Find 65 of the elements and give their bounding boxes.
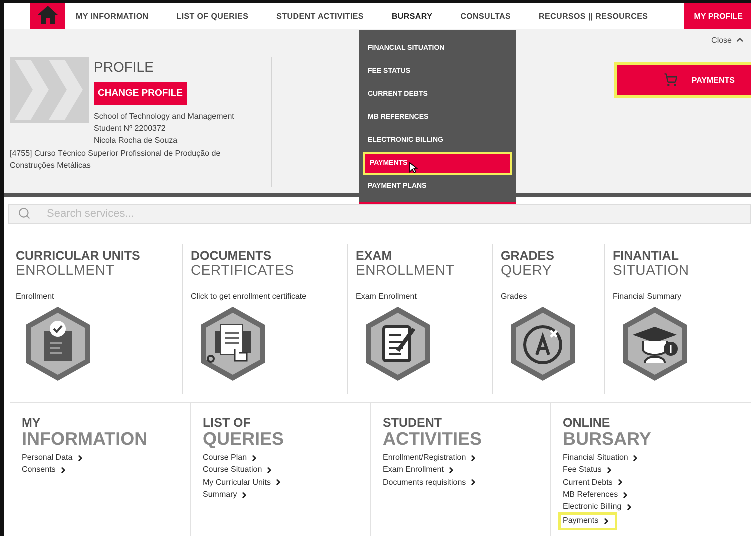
service-title: GRADES	[501, 250, 554, 263]
profile-title: PROFILE	[94, 59, 154, 75]
service-caption[interactable]: Grades	[501, 292, 528, 301]
section-heading: QUERIES	[203, 429, 284, 449]
section-link[interactable]: My Curricular Units	[203, 476, 284, 489]
section-link[interactable]: Consents	[22, 464, 68, 477]
section-title: ONLINE	[563, 417, 610, 429]
search-icon	[18, 207, 31, 220]
service-caption[interactable]: Enrollment	[16, 292, 54, 301]
chevron-right-icon	[631, 454, 640, 463]
section-link[interactable]: Course Situation	[203, 464, 274, 477]
chevron-right-icon	[602, 517, 611, 526]
service-caption[interactable]: Financial Summary	[613, 292, 682, 301]
chevron-up-icon	[735, 35, 745, 45]
section-link[interactable]: Documents requisitions	[383, 476, 478, 489]
profile-info-text: Nicola Rocha de Souza	[94, 135, 178, 147]
course-text: [4755] Curso Técnico Superior Profissional de Produção de Construções Metálicas	[10, 148, 222, 172]
cart-icon	[664, 73, 678, 87]
service-caption[interactable]: Exam Enrollment	[356, 292, 417, 301]
section-link[interactable]: Fee Status	[563, 464, 614, 477]
service-title: DOCUMENTS	[191, 250, 272, 263]
nav-item[interactable]: CONSULTAS	[460, 12, 512, 20]
chevron-right-icon	[469, 454, 478, 463]
change-profile-button[interactable]: CHANGE PROFILE	[94, 82, 187, 105]
service-subtitle: CERTIFICATES	[191, 263, 294, 278]
section-link[interactable]: Personal Data	[22, 452, 85, 464]
service-caption[interactable]: Click to get enrollment certificate	[191, 292, 307, 301]
section-link[interactable]: Electronic Billing	[563, 501, 634, 514]
service-subtitle: ENROLLMENT	[16, 263, 115, 278]
payments-button[interactable]: PAYMENTS	[617, 65, 751, 95]
section-link[interactable]: Enrollment/Registration	[383, 452, 478, 464]
chevron-right-icon	[240, 490, 250, 500]
nav-item[interactable]: MY INFORMATION	[76, 12, 149, 20]
profile-info-text: Student Nº 2200372	[94, 123, 166, 135]
service-subtitle: ENROLLMENT	[356, 263, 455, 278]
section-link[interactable]: Course Plan	[203, 452, 260, 464]
nav-item[interactable]: LIST OF QUERIES	[176, 12, 249, 20]
nav-item[interactable]: RECURSOS || RESOURCES	[539, 12, 648, 20]
section-link[interactable]: MB References	[563, 488, 630, 502]
nav-item[interactable]: STUDENT ACTIVITIES	[276, 12, 364, 20]
profile-info-text: School of Technology and Management	[94, 111, 234, 123]
service-title: EXAM	[356, 250, 392, 263]
home-icon	[36, 5, 58, 25]
section-link[interactable]: Financial Situation	[563, 452, 640, 464]
section-title: STUDENT	[383, 417, 442, 429]
service-title: FINANTIAL	[613, 250, 679, 263]
my-profile-button[interactable]: MY PROFILE	[684, 3, 751, 29]
home-button[interactable]	[30, 3, 65, 29]
chevron-right-icon	[469, 478, 478, 488]
service-title: CURRICULAR UNITS	[16, 250, 140, 263]
section-title: LIST OF	[203, 417, 251, 429]
section-heading: BURSARY	[563, 429, 652, 449]
service-subtitle: QUERY	[501, 263, 552, 278]
section-link[interactable]: Payments	[561, 515, 615, 528]
cursor-icon	[409, 162, 418, 174]
close-button[interactable]: Close	[712, 35, 751, 45]
section-heading: ACTIVITIES	[383, 429, 482, 449]
section-title: MY	[22, 417, 41, 429]
chevron-right-icon	[446, 466, 456, 475]
nav-item[interactable]: BURSARY	[392, 12, 433, 20]
section-heading: INFORMATION	[22, 429, 148, 449]
service-subtitle: SITUATION	[613, 263, 690, 278]
section-link[interactable]: Summary	[203, 488, 250, 502]
section-link[interactable]: Current Debts	[563, 476, 625, 489]
section-link[interactable]: Exam Enrollment	[383, 464, 456, 477]
